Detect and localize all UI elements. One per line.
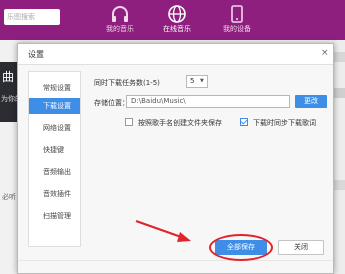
- checkbox-artist-folder-label: 按照歌手名创建文件夹保存: [138, 119, 222, 127]
- checkbox-download-lyrics-label: 下载时同步下载歌词: [253, 119, 316, 127]
- nav-my-device-label: 我的设备: [223, 25, 251, 33]
- menu-item-effects[interactable]: 音效插件: [29, 186, 80, 202]
- right-thumb[interactable]: [333, 180, 345, 190]
- close-icon[interactable]: ×: [321, 47, 331, 59]
- globe-icon: [168, 5, 186, 23]
- checkbox-artist-folder[interactable]: [125, 118, 133, 126]
- menu-item-download[interactable]: 下载设置: [29, 98, 80, 114]
- right-thumb[interactable]: [333, 88, 345, 98]
- menu-item-audio-output[interactable]: 音频输出: [29, 164, 80, 180]
- menu-item-general[interactable]: 常规设置: [29, 80, 80, 96]
- close-button[interactable]: 关闭: [278, 240, 324, 255]
- headphones-icon: [112, 6, 128, 22]
- nav-my-music-label: 我的音乐: [106, 25, 134, 33]
- concurrent-label: 同时下载任务数(1-5): [94, 79, 160, 87]
- concurrent-select[interactable]: 5 ▼: [186, 75, 208, 88]
- menu-item-hotkeys[interactable]: 快捷键: [29, 142, 80, 158]
- nav-online-music-label: 在线音乐: [163, 25, 191, 33]
- chevron-down-icon: ▼: [200, 78, 204, 84]
- phone-icon: [231, 5, 243, 23]
- nav-online-music[interactable]: 在线音乐: [155, 3, 199, 37]
- location-label: 存储位置：: [94, 99, 129, 107]
- nav-my-device[interactable]: 我的设备: [215, 3, 259, 37]
- download-path-field[interactable]: D:\Baidu\Music\: [126, 95, 290, 108]
- dialog-title: 设置: [28, 50, 44, 59]
- dialog-header: 设置 ×: [18, 44, 333, 65]
- search-input[interactable]: 乐图搜索: [4, 9, 60, 25]
- right-thumb[interactable]: [333, 52, 345, 62]
- menu-item-network[interactable]: 网络设置: [29, 120, 80, 136]
- concurrent-value: 5: [190, 77, 195, 85]
- menu-item-scan[interactable]: 扫描管理: [29, 208, 80, 224]
- checkbox-download-lyrics[interactable]: [240, 118, 248, 126]
- settings-menu: 常规设置 下载设置 网络设置 快捷键 音频输出 音效插件 扫描管理: [28, 71, 81, 247]
- change-path-button[interactable]: 更改: [295, 95, 327, 108]
- nav-my-music[interactable]: 我的音乐: [98, 3, 142, 37]
- highlight-circle: [209, 234, 273, 261]
- footer-divider: [18, 260, 333, 261]
- settings-dialog: 设置 × 常规设置 下载设置 网络设置 快捷键 音频输出 音效插件 扫描管理 同…: [17, 43, 334, 274]
